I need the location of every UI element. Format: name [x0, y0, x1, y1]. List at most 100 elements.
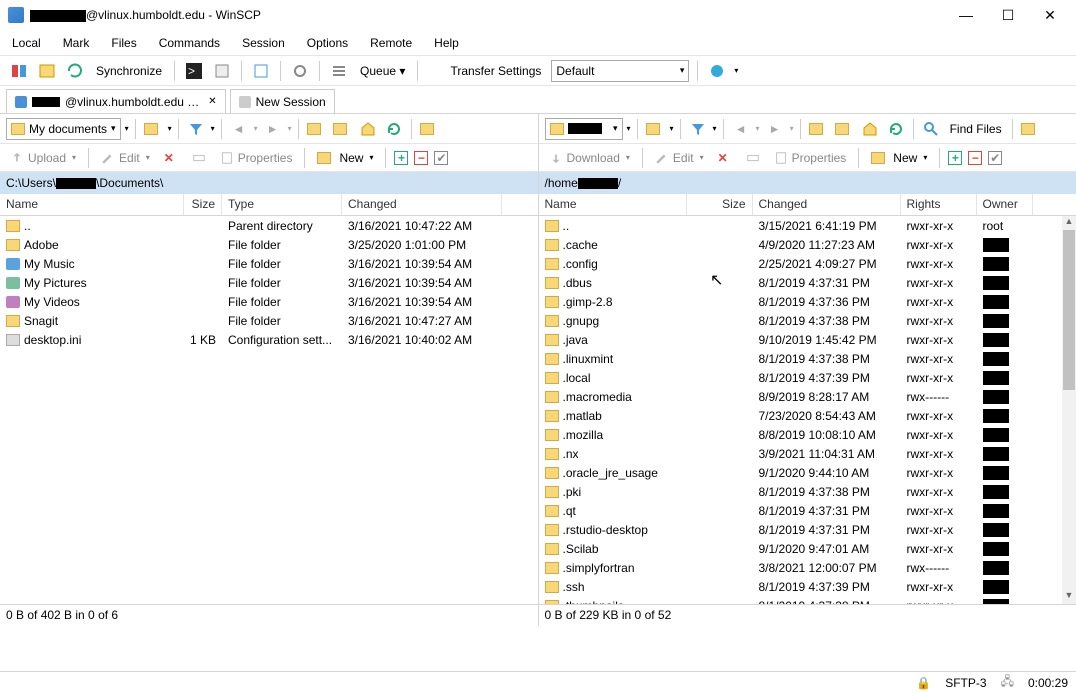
menu-commands[interactable]: Commands: [155, 34, 224, 52]
unselect-all-icon[interactable]: −: [414, 151, 428, 165]
session-tab-active[interactable]: @vlinux.humboldt.edu … ✕: [6, 89, 226, 113]
synchronize-button[interactable]: Synchronize: [92, 62, 166, 80]
home-icon[interactable]: [859, 118, 881, 140]
bookmark-icon[interactable]: [1019, 118, 1041, 140]
table-row[interactable]: .rstudio-desktop8/1/2019 4:37:31 PMrwxr-…: [539, 520, 1076, 539]
home-icon[interactable]: [357, 118, 379, 140]
tab-split-icon[interactable]: [8, 60, 30, 82]
root-folder-icon[interactable]: [833, 118, 855, 140]
upload-button[interactable]: Upload▾: [6, 149, 80, 167]
table-row[interactable]: .Scilab9/1/2020 9:47:01 AMrwxr-xr-x: [539, 539, 1076, 558]
unselect-all-icon[interactable]: −: [968, 151, 982, 165]
edit-button[interactable]: Edit▾: [97, 149, 154, 167]
delete-button[interactable]: ✕: [714, 149, 736, 167]
invert-select-icon[interactable]: ✔: [434, 151, 448, 165]
sync-browse-icon[interactable]: [64, 60, 86, 82]
table-row[interactable]: desktop.ini1 KBConfiguration sett...3/16…: [0, 330, 538, 349]
filter-icon[interactable]: [185, 118, 207, 140]
compare-icon[interactable]: [36, 60, 58, 82]
table-row[interactable]: .gnupg8/1/2019 4:37:38 PMrwxr-xr-x: [539, 311, 1076, 330]
root-folder-icon[interactable]: [331, 118, 353, 140]
table-row[interactable]: .oracle_jre_usage9/1/2020 9:44:10 AMrwxr…: [539, 463, 1076, 482]
col-changed[interactable]: Changed: [753, 194, 901, 215]
table-row[interactable]: .nx3/9/2021 11:04:31 AMrwxr-xr-x: [539, 444, 1076, 463]
remote-file-list[interactable]: Name Size Changed Rights Owner ..3/15/20…: [539, 194, 1076, 604]
download-button[interactable]: Download▾: [545, 149, 634, 167]
bookmark-icon[interactable]: [418, 118, 440, 140]
menu-session[interactable]: Session: [238, 34, 289, 52]
table-row[interactable]: .macromedia8/9/2019 8:28:17 AMrwx------: [539, 387, 1076, 406]
find-icon[interactable]: [920, 118, 942, 140]
new-folder-button[interactable]: New▾: [867, 149, 931, 167]
menu-mark[interactable]: Mark: [59, 34, 94, 52]
scrollbar[interactable]: ▲ ▼: [1062, 216, 1076, 604]
filter-icon[interactable]: [687, 118, 709, 140]
table-row[interactable]: AdobeFile folder3/25/2020 1:01:00 PM: [0, 235, 538, 254]
queue-button[interactable]: Queue ▾: [356, 62, 409, 80]
scroll-down-icon[interactable]: ▼: [1062, 590, 1076, 604]
back-icon[interactable]: ◄: [228, 118, 250, 140]
col-type[interactable]: Type: [222, 194, 342, 215]
properties-button[interactable]: Properties: [216, 149, 297, 167]
table-row[interactable]: .java9/10/2019 1:45:42 PMrwxr-xr-x: [539, 330, 1076, 349]
open-folder-icon[interactable]: [644, 118, 666, 140]
table-row[interactable]: My PicturesFile folder3/16/2021 10:39:54…: [0, 273, 538, 292]
queue-icon[interactable]: [328, 60, 350, 82]
col-name[interactable]: Name: [539, 194, 687, 215]
table-row[interactable]: ..Parent directory3/16/2021 10:47:22 AM: [0, 216, 538, 235]
col-changed[interactable]: Changed: [342, 194, 502, 215]
col-rights[interactable]: Rights: [901, 194, 977, 215]
select-all-icon[interactable]: +: [394, 151, 408, 165]
table-row[interactable]: .mozilla8/8/2019 10:08:10 AMrwxr-xr-x: [539, 425, 1076, 444]
reconnect-icon[interactable]: [706, 60, 728, 82]
maximize-button[interactable]: ☐: [996, 7, 1020, 24]
select-all-icon[interactable]: +: [948, 151, 962, 165]
refresh-icon[interactable]: [885, 118, 907, 140]
col-name[interactable]: Name: [0, 194, 184, 215]
scroll-up-icon[interactable]: ▲: [1062, 216, 1076, 230]
properties-button[interactable]: Properties: [770, 149, 851, 167]
table-row[interactable]: SnagitFile folder3/16/2021 10:47:27 AM: [0, 311, 538, 330]
scrollbar-thumb[interactable]: [1063, 230, 1075, 390]
local-file-list[interactable]: Name Size Type Changed ..Parent director…: [0, 194, 538, 604]
rename-button[interactable]: [742, 149, 764, 167]
table-row[interactable]: .dbus8/1/2019 4:37:31 PMrwxr-xr-x: [539, 273, 1076, 292]
new-folder-button[interactable]: New▾: [313, 149, 377, 167]
table-row[interactable]: .simplyfortran3/8/2021 12:00:07 PMrwx---…: [539, 558, 1076, 577]
find-files-button[interactable]: Find Files: [946, 120, 1006, 138]
parent-folder-icon[interactable]: [305, 118, 327, 140]
table-row[interactable]: .ssh8/1/2019 4:37:39 PMrwxr-xr-x: [539, 577, 1076, 596]
local-dir-combo[interactable]: My documents▾: [6, 118, 121, 140]
table-row[interactable]: .matlab7/23/2020 8:54:43 AMrwxr-xr-x: [539, 406, 1076, 425]
table-row[interactable]: My VideosFile folder3/16/2021 10:39:54 A…: [0, 292, 538, 311]
forward-icon[interactable]: ►: [262, 118, 284, 140]
menu-files[interactable]: Files: [107, 34, 140, 52]
table-row[interactable]: .thumbnails8/1/2019 4:37:38 PMrwxr-xr-x: [539, 596, 1076, 604]
forward-icon[interactable]: ►: [764, 118, 786, 140]
menu-remote[interactable]: Remote: [366, 34, 416, 52]
menu-local[interactable]: Local: [8, 34, 45, 52]
close-tab-icon[interactable]: ✕: [208, 96, 216, 107]
menu-help[interactable]: Help: [430, 34, 463, 52]
preferences-icon[interactable]: [289, 60, 311, 82]
table-row[interactable]: .gimp-2.88/1/2019 4:37:36 PMrwxr-xr-x: [539, 292, 1076, 311]
new-window-icon[interactable]: [250, 60, 272, 82]
menu-options[interactable]: Options: [303, 34, 352, 52]
table-row[interactable]: .config2/25/2021 4:09:27 PMrwxr-xr-x: [539, 254, 1076, 273]
close-button[interactable]: ✕: [1038, 7, 1062, 24]
delete-button[interactable]: ✕: [160, 149, 182, 167]
minimize-button[interactable]: —: [954, 7, 978, 24]
table-row[interactable]: .pki8/1/2019 4:37:38 PMrwxr-xr-x: [539, 482, 1076, 501]
transfer-settings-combo[interactable]: Default▾: [551, 60, 689, 82]
refresh-icon[interactable]: [383, 118, 405, 140]
invert-select-icon[interactable]: ✔: [988, 151, 1002, 165]
col-owner[interactable]: Owner: [977, 194, 1033, 215]
table-row[interactable]: My MusicFile folder3/16/2021 10:39:54 AM: [0, 254, 538, 273]
back-icon[interactable]: ◄: [730, 118, 752, 140]
col-size[interactable]: Size: [184, 194, 222, 215]
rename-button[interactable]: [188, 149, 210, 167]
table-row[interactable]: .cache4/9/2020 11:27:23 AMrwxr-xr-x: [539, 235, 1076, 254]
terminal-icon[interactable]: >: [183, 60, 205, 82]
new-session-tab[interactable]: New Session: [230, 89, 335, 113]
edit-button[interactable]: Edit▾: [651, 149, 708, 167]
